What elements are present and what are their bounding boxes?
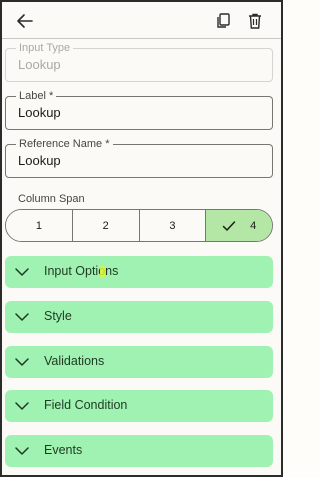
accordion-label: Events: [44, 443, 83, 457]
back-button[interactable]: [12, 8, 38, 34]
copy-button[interactable]: [210, 8, 236, 34]
accordion-input-options[interactable]: Input Options: [5, 256, 273, 288]
column-span-option-4[interactable]: 4: [206, 210, 272, 241]
column-span-selector: 1 2 3 4: [5, 209, 273, 242]
chevron-down-icon: [15, 358, 29, 366]
input-type-field: Input Type Lookup: [5, 41, 273, 82]
input-type-value: Lookup: [18, 57, 61, 72]
label-field[interactable]: Label * Lookup: [5, 89, 273, 130]
chevron-down-icon: [15, 313, 29, 321]
accordion-label: Style: [44, 309, 72, 323]
column-span-option-label: 1: [35, 219, 42, 232]
accordion-field-condition[interactable]: Field Condition: [5, 390, 273, 422]
column-span-option-3[interactable]: 3: [139, 210, 207, 241]
chevron-down-icon: [15, 268, 29, 276]
accordion-validations[interactable]: Validations: [5, 346, 273, 378]
arrow-back-icon: [17, 14, 33, 28]
input-type-label: Input Type: [16, 41, 74, 55]
top-toolbar: [2, 2, 281, 39]
label-field-label: Label *: [16, 89, 57, 103]
chevron-down-icon: [15, 402, 29, 410]
copy-icon: [217, 13, 230, 28]
mouse-cursor-highlight: [100, 266, 105, 278]
trash-icon: [249, 13, 261, 29]
column-span-option-1[interactable]: 1: [6, 210, 73, 241]
reference-name-field[interactable]: Reference Name * Lookup: [5, 137, 273, 178]
column-span-option-label: 3: [169, 219, 176, 232]
column-span-option-label: 2: [102, 219, 109, 232]
reference-name-label: Reference Name *: [16, 137, 113, 151]
label-field-value: Lookup: [18, 105, 61, 120]
accordion-label: Field Condition: [44, 398, 128, 412]
chevron-down-icon: [15, 447, 29, 455]
check-icon: [222, 220, 236, 231]
column-span-option-2[interactable]: 2: [72, 210, 140, 241]
accordion-label: Input Options: [44, 264, 119, 278]
accordion-style[interactable]: Style: [5, 301, 273, 333]
column-span-option-label: 4: [250, 219, 257, 232]
column-span-label: Column Span: [18, 193, 85, 205]
accordion-events[interactable]: Events: [5, 435, 273, 467]
accordion-label: Validations: [44, 354, 105, 368]
reference-name-value: Lookup: [18, 153, 61, 168]
delete-button[interactable]: [242, 8, 268, 34]
